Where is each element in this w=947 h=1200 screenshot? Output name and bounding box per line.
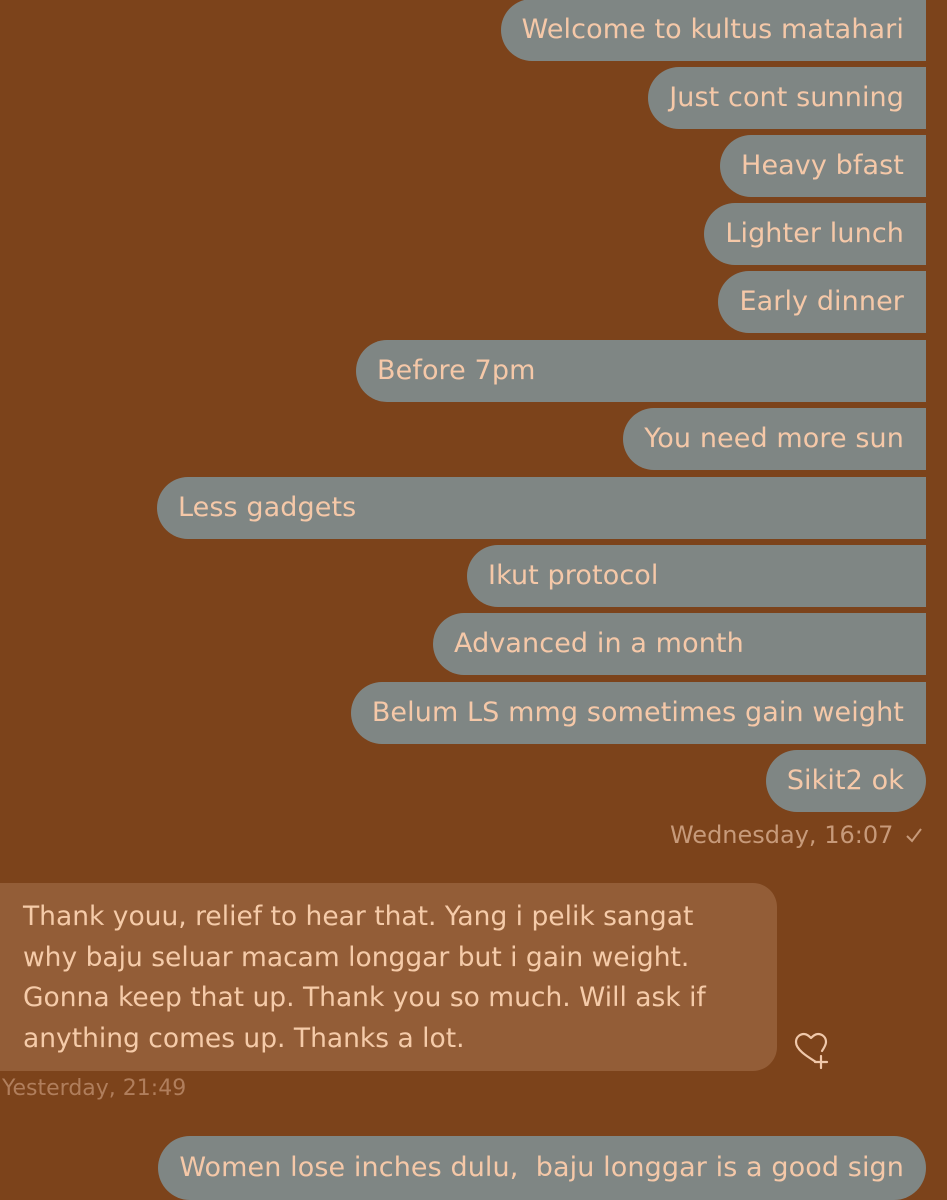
message-text-line: why baju seluar macam longgar but i gain… (23, 941, 690, 973)
sent-message-bubble[interactable]: Sikit2 ok (765, 750, 926, 812)
sent-message-bubble[interactable]: Welcome to kultus matahari (500, 0, 926, 61)
sent-message-bubble[interactable]: Lighter lunch (704, 203, 926, 265)
received-timestamp: Yesterday, 21:49 (2, 1076, 187, 1101)
message-text-line: anything comes up. Thanks a lot. (23, 1022, 465, 1054)
heart-plus-icon[interactable] (792, 1031, 832, 1071)
timestamp-text: Wednesday, 16:07 (669, 821, 894, 849)
sent-timestamp: Wednesday, 16:07 (670, 819, 923, 851)
message-text-line: Thank youu, relief to hear that. Yang i … (23, 901, 694, 932)
sent-message-bubble[interactable]: Advanced in a month (433, 613, 926, 675)
message-text: Heavy bfast (741, 150, 904, 181)
message-text: You need more sun (644, 423, 904, 454)
sent-message-bubble[interactable]: Just cont sunning (648, 67, 926, 129)
sent-message-bubble[interactable]: Less gadgets (157, 477, 926, 539)
received-message-bubble[interactable]: Thank youu, relief to hear that. Yang i … (0, 883, 777, 1071)
message-text: Less gadgets (178, 492, 357, 523)
sent-message-bubble[interactable]: Women lose inches dulu, baju longgar is … (158, 1136, 926, 1200)
sent-message-bubble[interactable]: Belum LS mmg sometimes gain weight (350, 682, 926, 744)
message-text: Ikut protocol (488, 560, 659, 591)
message-text: Sikit2 ok (786, 765, 904, 796)
message-text: Lighter lunch (725, 218, 904, 249)
message-text: Welcome to kultus matahari (521, 14, 904, 45)
message-text: Just cont sunning (669, 82, 904, 113)
message-text-line: Gonna keep that up. Thank you so much. W… (23, 982, 706, 1013)
message-text: Belum LS mmg sometimes gain weight (371, 697, 904, 728)
sent-message-bubble[interactable]: Ikut protocol (467, 545, 926, 607)
sent-message-bubble[interactable]: Early dinner (718, 271, 926, 333)
sent-message-bubble[interactable]: Heavy bfast (720, 135, 926, 197)
message-text: Early dinner (739, 286, 904, 317)
message-text: Before 7pm (377, 355, 536, 386)
sent-message-bubble[interactable]: You need more sun (623, 408, 926, 470)
checkmark-icon (905, 820, 923, 843)
sent-message-bubble[interactable]: Before 7pm (356, 340, 926, 402)
message-text: Advanced in a month (454, 628, 744, 659)
message-text: Women lose inches dulu, baju longgar is … (179, 1152, 904, 1183)
